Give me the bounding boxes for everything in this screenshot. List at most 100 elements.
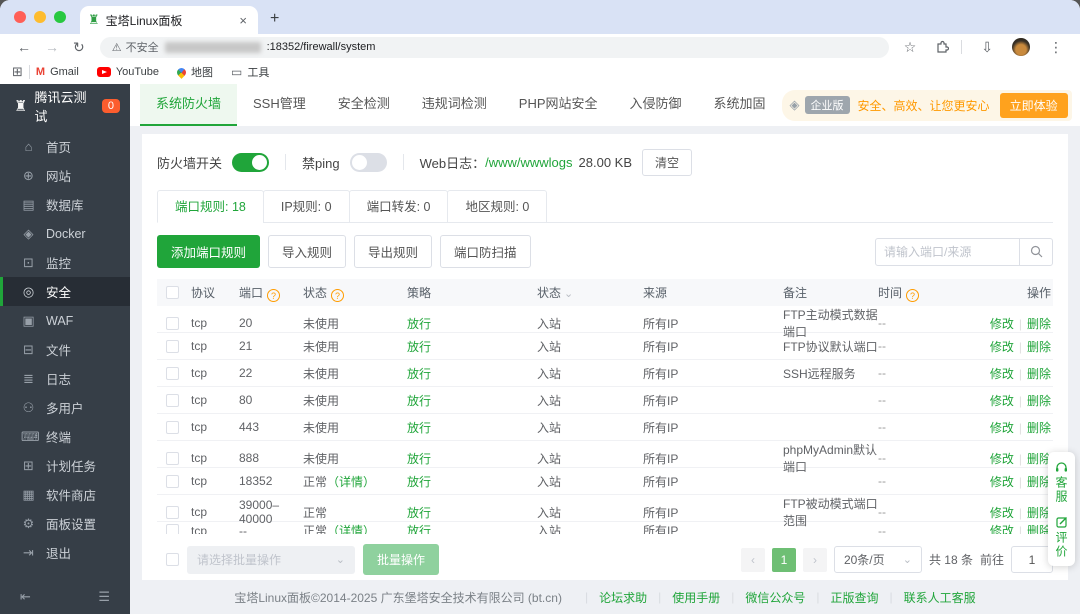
help-icon[interactable]: ? — [906, 289, 919, 302]
select-all-checkbox[interactable] — [166, 286, 179, 299]
bookmark-maps[interactable]: 地图 — [177, 64, 213, 80]
footer-link[interactable]: 微信公众号 — [745, 589, 805, 606]
clear-log-button[interactable]: 清空 — [642, 149, 692, 176]
rule-tab[interactable]: 地区规则: 0 — [447, 190, 547, 223]
edit-link[interactable]: 修改 — [990, 452, 1014, 466]
sidebar-item[interactable]: ⊟ 文件 — [0, 335, 130, 364]
help-icon[interactable]: ? — [331, 289, 344, 302]
close-window-button[interactable] — [14, 11, 26, 23]
filter-caret-icon[interactable]: ⌄ — [564, 288, 573, 300]
search-input[interactable] — [876, 245, 1019, 259]
delete-link[interactable]: 删除 — [1027, 317, 1051, 331]
row-checkbox[interactable] — [166, 317, 179, 330]
back-icon[interactable]: ← — [17, 39, 31, 55]
extensions-icon[interactable] — [935, 40, 949, 54]
cell-remark[interactable]: phpMyAdmin默认端口 — [783, 441, 878, 475]
delete-link[interactable]: 删除 — [1027, 421, 1051, 435]
security-tab[interactable]: 违规词检测 — [406, 84, 503, 126]
sidebar-item[interactable]: ⇥ 退出 — [0, 538, 130, 567]
cell-remark[interactable]: FTP主动模式数据端口 — [783, 306, 878, 340]
footer-link[interactable]: 正版查询 — [830, 589, 878, 606]
export-rules-button[interactable]: 导出规则 — [354, 235, 432, 268]
row-checkbox[interactable] — [166, 452, 179, 465]
current-page[interactable]: 1 — [772, 548, 796, 572]
edit-link[interactable]: 修改 — [990, 421, 1014, 435]
sidebar-item[interactable]: ▤ 数据库 — [0, 190, 130, 219]
profile-avatar[interactable] — [1012, 38, 1030, 56]
security-tab[interactable]: 入侵防御 — [614, 84, 698, 126]
menu-list-icon[interactable]: ☰ — [98, 589, 110, 605]
security-tab[interactable]: PHP网站安全 — [503, 84, 614, 126]
import-rules-button[interactable]: 导入规则 — [268, 235, 346, 268]
sidebar-item[interactable]: ⊕ 网站 — [0, 161, 130, 190]
edit-link[interactable]: 修改 — [990, 506, 1014, 520]
row-checkbox[interactable] — [166, 421, 179, 434]
security-tab[interactable]: 系统防火墙 — [140, 84, 237, 126]
downloads-icon[interactable]: ⇩ — [981, 39, 993, 56]
security-tab[interactable]: 系统加固 — [698, 84, 782, 126]
weblog-path-link[interactable]: /www/wwwlogs — [485, 155, 572, 170]
edit-link[interactable]: 修改 — [990, 475, 1014, 489]
edit-link[interactable]: 修改 — [990, 317, 1014, 331]
row-checkbox[interactable] — [166, 475, 179, 488]
close-tab-icon[interactable]: × — [236, 13, 250, 28]
bookmark-gmail[interactable]: M Gmail — [36, 66, 79, 78]
message-count-badge[interactable]: 0 — [102, 99, 120, 113]
sidebar-item[interactable]: ◈ Docker — [0, 219, 130, 248]
rule-tab[interactable]: 端口规则: 18 — [157, 190, 264, 223]
security-tab[interactable]: 安全检测 — [322, 84, 406, 126]
delete-link[interactable]: 删除 — [1027, 340, 1051, 354]
search-button[interactable] — [1019, 239, 1052, 265]
edit-link[interactable]: 修改 — [990, 524, 1014, 534]
try-now-button[interactable]: 立即体验 — [1000, 93, 1068, 118]
status-detail-link[interactable]: （详情） — [327, 475, 375, 489]
reload-icon[interactable]: ↻ — [73, 39, 85, 56]
row-checkbox[interactable] — [166, 394, 179, 407]
delete-link[interactable]: 删除 — [1027, 367, 1051, 381]
sidebar-item[interactable]: ⌂ 首页 — [0, 132, 130, 161]
new-tab-button[interactable]: + — [270, 10, 279, 28]
browser-tab[interactable]: ♜ 宝塔Linux面板 × — [80, 6, 258, 34]
row-checkbox[interactable] — [166, 340, 179, 353]
bookmark-star-icon[interactable]: ☆ — [904, 39, 917, 56]
row-checkbox[interactable] — [166, 524, 179, 534]
next-page-button[interactable]: › — [803, 548, 827, 572]
sidebar-item[interactable]: ⚙ 面板设置 — [0, 509, 130, 538]
bookmark-tools-folder[interactable]: ▭ 工具 — [231, 64, 269, 80]
sidebar-header[interactable]: ♜ 腾讯云测试 0 — [0, 84, 130, 128]
cell-remark[interactable]: FTP协议默认端口 — [783, 338, 878, 355]
sidebar-item[interactable]: ▣ WAF — [0, 306, 130, 335]
bookmark-youtube[interactable]: YouTube — [97, 66, 159, 78]
batch-apply-button[interactable]: 批量操作 — [363, 544, 439, 575]
sidebar-item[interactable]: ▦ 软件商店 — [0, 480, 130, 509]
row-checkbox[interactable] — [166, 506, 179, 519]
collapse-sidebar-icon[interactable]: ⇤ — [20, 589, 31, 605]
status-detail-link[interactable]: （详情） — [327, 524, 375, 534]
page-size-select[interactable]: 20条/页⌄ — [834, 546, 922, 573]
menu-kebab-icon[interactable]: ⋮ — [1049, 39, 1063, 56]
ping-toggle[interactable] — [350, 153, 387, 172]
edit-link[interactable]: 修改 — [990, 340, 1014, 354]
row-checkbox[interactable] — [166, 367, 179, 380]
sidebar-item[interactable]: ⌨ 终端 — [0, 422, 130, 451]
customer-service-button[interactable]: 客服 — [1053, 461, 1070, 504]
sidebar-item[interactable]: ◎ 安全 — [0, 277, 130, 306]
batch-select-all-checkbox[interactable] — [166, 553, 179, 566]
port-scan-protect-button[interactable]: 端口防扫描 — [440, 235, 531, 268]
sidebar-item[interactable]: ⊞ 计划任务 — [0, 451, 130, 480]
goto-page-input[interactable] — [1011, 546, 1053, 573]
cell-remark[interactable]: SSH远程服务 — [783, 365, 878, 382]
add-port-rule-button[interactable]: 添加端口规则 — [157, 235, 260, 268]
minimize-window-button[interactable] — [34, 11, 46, 23]
rule-tab[interactable]: IP规则: 0 — [263, 190, 350, 223]
rule-tab[interactable]: 端口转发: 0 — [349, 190, 449, 223]
footer-link[interactable]: 论坛求助 — [599, 589, 647, 606]
apps-grid-icon[interactable]: ⊞ — [12, 64, 23, 80]
forward-icon[interactable]: → — [45, 39, 59, 55]
address-bar[interactable]: ⚠ 不安全 :18352/firewall/system — [100, 37, 889, 58]
maximize-window-button[interactable] — [54, 11, 66, 23]
footer-link[interactable]: 使用手册 — [672, 589, 720, 606]
footer-link[interactable]: 联系人工客服 — [904, 589, 976, 606]
batch-action-select[interactable]: 请选择批量操作 ⌄ — [187, 546, 355, 574]
sidebar-item[interactable]: ⚇ 多用户 — [0, 393, 130, 422]
